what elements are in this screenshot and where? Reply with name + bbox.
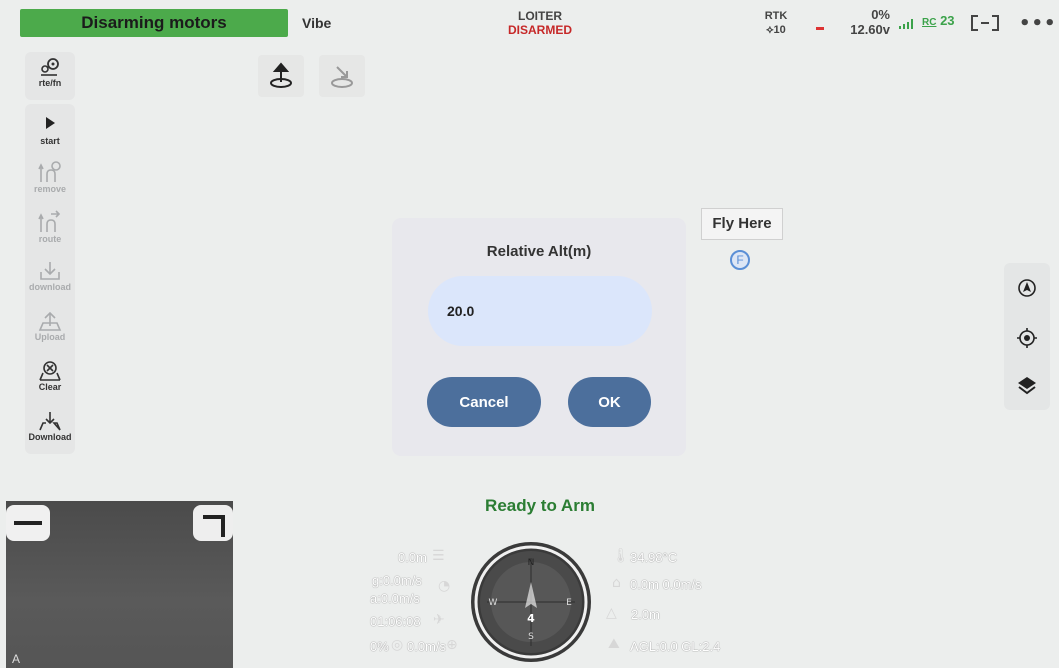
download-label: Download xyxy=(28,432,72,442)
cancel-button[interactable]: Cancel xyxy=(427,377,541,427)
start-label: start xyxy=(40,136,60,146)
altitude-readout: 0.0m xyxy=(398,550,427,565)
compass-heading-value: 4 xyxy=(527,612,535,625)
compass-hud: N S W E 4 xyxy=(471,542,591,662)
home-distance-readout: 2.0m xyxy=(631,607,660,622)
clear-label: Clear xyxy=(38,382,62,392)
status-message-banner[interactable]: Disarming motors xyxy=(20,9,288,37)
home-distance-icon: △ xyxy=(606,605,617,621)
air-speed-readout: a:0.0m/s xyxy=(370,591,420,606)
gps-status[interactable]: RTK ⟡10 xyxy=(756,9,796,37)
download-button[interactable]: Download xyxy=(25,410,75,442)
remove-label: remove xyxy=(33,184,67,194)
speedometer-icon: ◔ xyxy=(438,578,451,594)
fly-here-tooltip[interactable]: Fly Here xyxy=(701,208,783,240)
agl-readout: AGL:0.0 GL:2.4 xyxy=(630,639,721,654)
download-dim-button[interactable]: download xyxy=(25,260,75,292)
upload-icon xyxy=(38,311,62,331)
altitude-input[interactable] xyxy=(428,276,652,346)
signal-strength-icon xyxy=(899,19,913,29)
arm-state-label: DISARMED xyxy=(507,23,572,37)
takeoff-button[interactable] xyxy=(258,55,304,97)
distance-icon: ⌂ xyxy=(612,575,621,591)
return-home-button[interactable] xyxy=(319,55,365,97)
ground-speed-readout: g:0.0m/s xyxy=(372,573,422,588)
vibe-indicator[interactable]: Vibe xyxy=(302,15,331,31)
thermometer-icon: 🌡 xyxy=(612,548,630,564)
agl-icon: ⛰ xyxy=(608,636,620,652)
video-label: A xyxy=(12,652,21,666)
fly-here-marker[interactable]: F xyxy=(730,250,750,270)
svg-text:E: E xyxy=(566,598,572,608)
battery-status[interactable]: 0% 12.60v xyxy=(834,7,890,37)
my-location-icon[interactable] xyxy=(1016,327,1038,349)
download-tray-icon xyxy=(39,412,61,431)
ok-button[interactable]: OK xyxy=(568,377,651,427)
gps-type-label: RTK xyxy=(764,10,788,22)
dialog-title: Relative Alt(m) xyxy=(486,243,592,260)
svg-text:N: N xyxy=(528,558,535,568)
minimize-video-button[interactable] xyxy=(6,505,50,541)
vertical-speed-readout: 0.0m/s xyxy=(407,639,447,654)
map-controls xyxy=(1004,263,1050,410)
rc-status[interactable]: RC 23 xyxy=(922,13,955,28)
battery-voltage: 12.60v xyxy=(850,22,890,37)
throttle-icon: ◎ xyxy=(391,637,404,653)
distance-speed-readout: 0.0m 0.0m/s xyxy=(630,577,702,592)
relative-alt-dialog: Relative Alt(m) Cancel OK xyxy=(392,218,686,456)
clear-icon xyxy=(39,361,61,381)
route-icon xyxy=(38,210,61,232)
rc-label: RC xyxy=(922,17,937,28)
rte-fn-label: rte/fn xyxy=(38,78,62,88)
flight-time-readout: 01:06:08 xyxy=(370,614,421,629)
ready-to-arm-status: Ready to Arm xyxy=(485,496,595,515)
svg-text:S: S xyxy=(528,632,534,642)
download-dim-label: download xyxy=(29,282,71,292)
route-button[interactable]: route xyxy=(25,210,75,244)
play-icon xyxy=(46,117,55,129)
more-options-icon[interactable]: ••• xyxy=(1019,13,1057,34)
mission-tool-group: start remove route download Upload Clear xyxy=(25,104,75,454)
expand-video-button[interactable] xyxy=(193,505,233,541)
temperature-readout: 34.98°C xyxy=(630,550,678,565)
rc-value: 23 xyxy=(940,13,955,28)
upload-button[interactable]: Upload xyxy=(25,310,75,342)
rte-fn-button[interactable]: rte/fn xyxy=(25,58,75,88)
route-pin-icon xyxy=(41,58,59,76)
vehicle-locate-icon[interactable] xyxy=(1016,277,1038,299)
return-home-icon xyxy=(331,66,353,88)
remove-button[interactable]: remove xyxy=(25,160,75,194)
satellite-icon: ⟡ xyxy=(766,24,774,36)
vertical-speed-icon: ⊕ xyxy=(446,637,458,653)
throttle-readout: 0% xyxy=(370,639,389,654)
flight-mode-display[interactable]: LOITER DISARMED xyxy=(490,9,590,37)
battery-warning-indicator xyxy=(816,27,824,30)
bracket-icon[interactable] xyxy=(971,15,999,31)
route-label: route xyxy=(38,234,62,244)
layers-icon[interactable] xyxy=(1016,375,1038,397)
flight-mode-label: LOITER xyxy=(518,9,562,23)
svg-text:W: W xyxy=(489,598,498,608)
satellite-count: 10 xyxy=(773,24,786,36)
start-button[interactable]: start xyxy=(25,116,75,146)
battery-percent: 0% xyxy=(871,7,890,22)
route-function-group: rte/fn xyxy=(25,52,75,100)
flight-time-icon: ✈ xyxy=(433,612,445,628)
top-status-bar: Disarming motors Vibe LOITER DISARMED RT… xyxy=(0,0,1059,44)
takeoff-icon xyxy=(270,62,292,88)
altitude-icon: ☰ xyxy=(432,548,445,564)
upload-label: Upload xyxy=(34,332,66,342)
route-remove-icon xyxy=(38,161,61,182)
clear-button[interactable]: Clear xyxy=(25,360,75,392)
download-icon xyxy=(40,262,60,280)
